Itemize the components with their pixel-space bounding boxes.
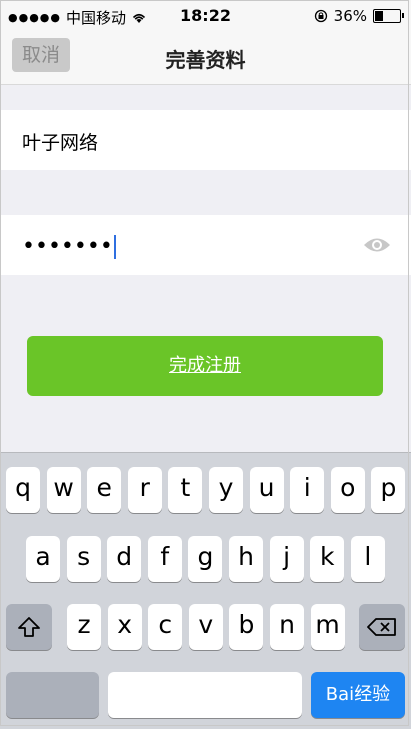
key-z[interactable]: z [67, 604, 101, 650]
go-key[interactable]: Bai经验 [311, 672, 405, 718]
username-value: 叶子网络 [22, 132, 99, 154]
password-field[interactable]: ••••••• [0, 215, 411, 275]
password-mask: ••••••• [22, 234, 113, 259]
key-p[interactable]: p [371, 467, 406, 513]
space-key[interactable] [108, 672, 302, 718]
backspace-key[interactable] [359, 604, 405, 650]
nav-bar: 取消 完善资料 [0, 34, 411, 85]
shift-key[interactable] [6, 604, 52, 650]
orientation-lock-icon [314, 9, 327, 23]
key-t[interactable]: t [168, 467, 203, 513]
key-v[interactable]: v [188, 604, 223, 650]
keyboard: q w e r t y u i o p a s d f g h j k l z x c v b n m Bai经验 [0, 452, 411, 729]
key-w[interactable]: w [46, 467, 81, 513]
key-j[interactable]: j [269, 536, 304, 582]
complete-registration-button[interactable]: 完成注册 [27, 336, 383, 396]
key-h[interactable]: h [229, 536, 263, 582]
battery-icon [373, 9, 404, 23]
password-value: ••••••• [22, 235, 116, 259]
key-g[interactable]: g [188, 536, 223, 582]
username-field[interactable]: 叶子网络 [0, 110, 411, 170]
key-y[interactable]: y [209, 467, 243, 513]
key-l[interactable]: l [350, 536, 385, 582]
shift-icon [18, 617, 40, 637]
key-k[interactable]: k [310, 536, 345, 582]
key-q[interactable]: q [6, 467, 40, 513]
key-e[interactable]: e [87, 467, 122, 513]
key-m[interactable]: m [310, 604, 345, 650]
key-c[interactable]: c [148, 604, 183, 650]
key-s[interactable]: s [66, 536, 101, 582]
key-b[interactable]: b [229, 604, 264, 650]
key-d[interactable]: d [107, 536, 142, 582]
key-r[interactable]: r [127, 467, 162, 513]
go-key-label-extra: 经验 [354, 684, 391, 705]
backspace-icon [367, 618, 396, 636]
key-a[interactable]: a [26, 536, 60, 582]
text-cursor [113, 235, 116, 259]
eye-icon[interactable] [363, 234, 391, 256]
numbers-key[interactable] [6, 672, 99, 718]
key-o[interactable]: o [330, 467, 365, 513]
battery-group: 36% [314, 7, 404, 25]
go-key-label: Bai [325, 684, 355, 705]
key-x[interactable]: x [107, 604, 142, 650]
status-bar: ●●●●● 中国移动 18:22 36% [0, 0, 411, 34]
key-f[interactable]: f [147, 536, 182, 582]
key-i[interactable]: i [290, 467, 325, 513]
battery-percent: 36% [333, 7, 367, 25]
key-u[interactable]: u [249, 467, 284, 513]
key-n[interactable]: n [270, 604, 304, 650]
cancel-button[interactable]: 取消 [12, 38, 70, 72]
